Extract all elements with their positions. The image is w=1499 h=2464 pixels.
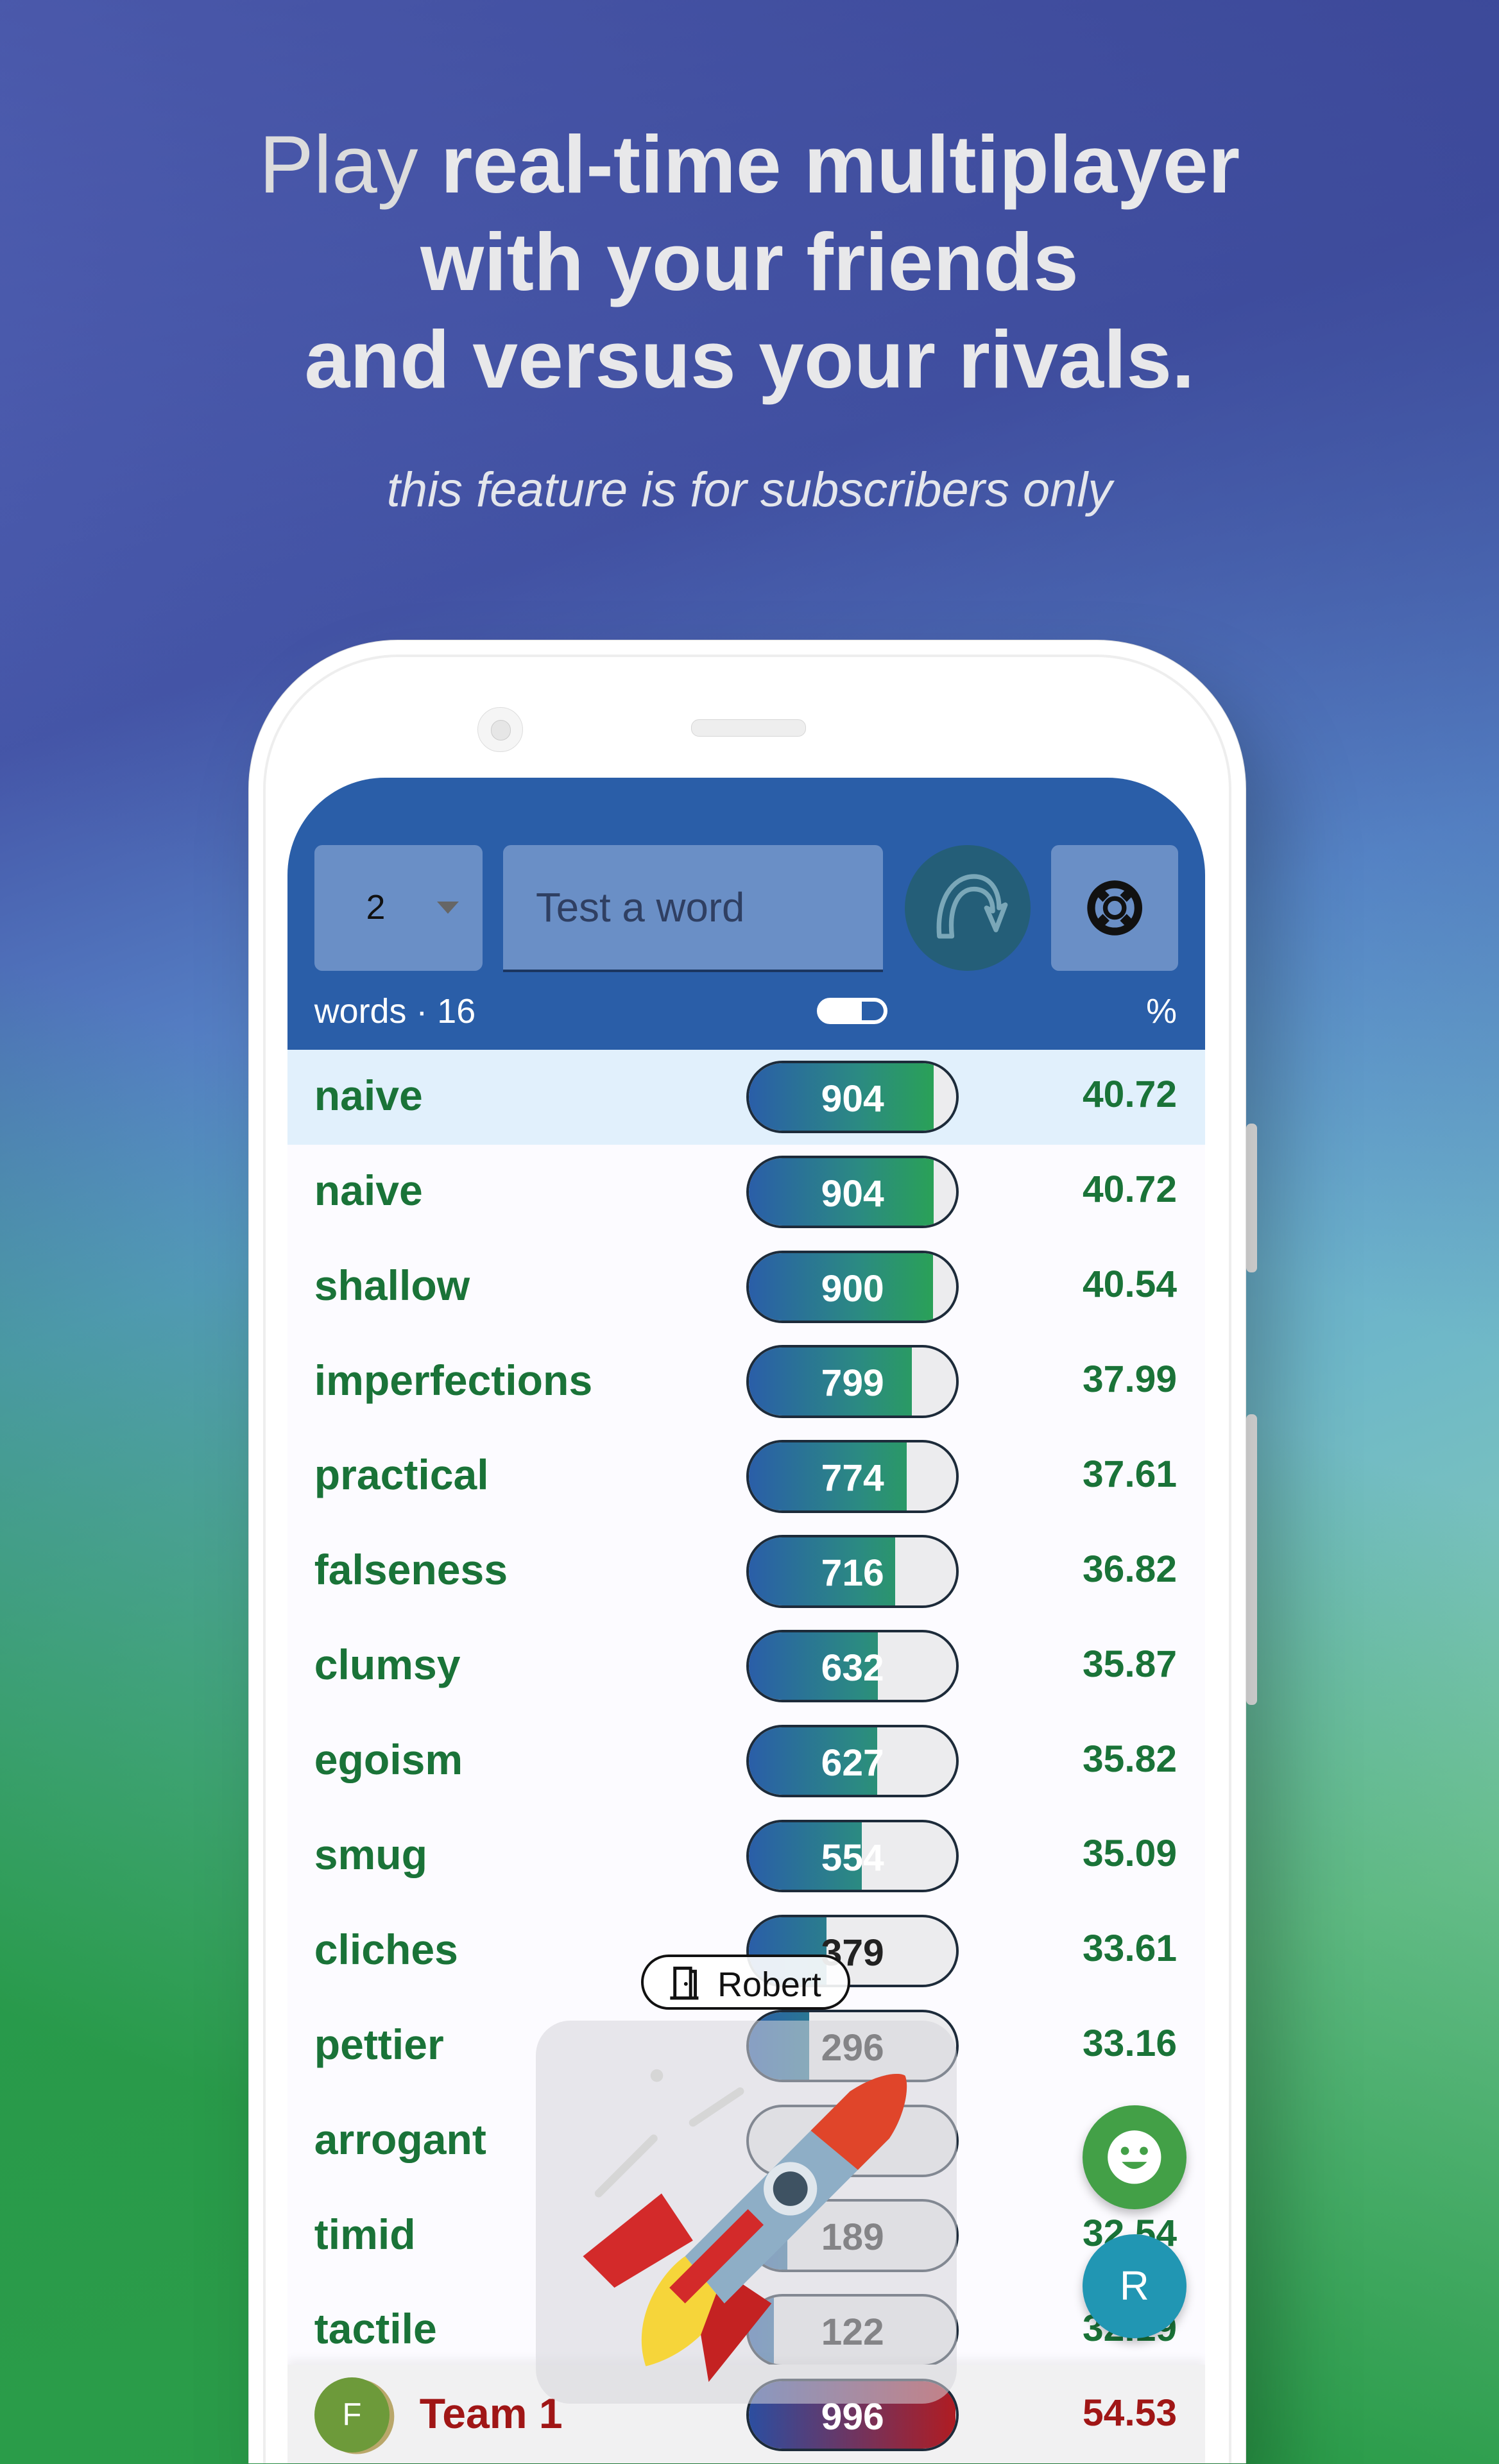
score-pill: 799 bbox=[746, 1345, 959, 1418]
view-toggle[interactable] bbox=[817, 997, 887, 1025]
headline-line2: with your friends bbox=[420, 216, 1079, 307]
headline-line3: and versus your rivals. bbox=[304, 313, 1195, 405]
word-label: cliches bbox=[314, 1926, 458, 1974]
word-label: naive bbox=[314, 1072, 423, 1120]
app-header: 2 words · 16 % bbox=[287, 778, 1206, 1050]
percent-value: 37.99 bbox=[1082, 1358, 1177, 1401]
score-value: 904 bbox=[821, 1172, 884, 1215]
percent-value: 36.82 bbox=[1082, 1548, 1177, 1590]
score-pill: 716 bbox=[746, 1535, 959, 1608]
word-label: falseness bbox=[314, 1546, 508, 1595]
percent-value: 33.16 bbox=[1082, 2023, 1177, 2065]
word-input-field[interactable] bbox=[502, 845, 884, 972]
rocket-icon bbox=[583, 2069, 907, 2383]
app-screen: 2 words · 16 % naive 904 40.72naive 904 bbox=[287, 778, 1206, 2464]
word-input[interactable] bbox=[502, 845, 884, 970]
player-name: Robert bbox=[717, 1965, 821, 2005]
word-label: shallow bbox=[314, 1262, 470, 1310]
score-value: 799 bbox=[821, 1362, 884, 1405]
score-pill: 904 bbox=[746, 1155, 959, 1228]
word-label: practical bbox=[314, 1451, 489, 1500]
percent-value: 40.72 bbox=[1082, 1168, 1177, 1211]
score-value: 904 bbox=[821, 1077, 884, 1120]
word-count: words · 16 bbox=[314, 992, 476, 1031]
score-pill: 627 bbox=[746, 1725, 959, 1798]
help-button[interactable] bbox=[1051, 845, 1179, 971]
percent-value: 40.72 bbox=[1082, 1074, 1177, 1116]
word-label: smug bbox=[314, 1831, 428, 1879]
dropdown-value: 2 bbox=[366, 888, 386, 927]
word-row[interactable]: falseness 716 36.82 bbox=[287, 1524, 1205, 1619]
player-tag: Robert bbox=[641, 1955, 851, 2010]
word-label: naive bbox=[314, 1167, 423, 1215]
promo-screen: Play real-time multiplayer with your fri… bbox=[0, 0, 1499, 2464]
word-row[interactable]: practical 774 37.61 bbox=[287, 1429, 1205, 1524]
rocket-animation-overlay bbox=[535, 2020, 957, 2404]
word-label: egoism bbox=[314, 1736, 463, 1784]
word-row[interactable]: imperfections 799 37.99 bbox=[287, 1334, 1205, 1429]
score-value: 900 bbox=[821, 1267, 884, 1310]
word-row[interactable]: smug 554 35.09 bbox=[287, 1809, 1205, 1904]
word-row[interactable]: egoism 627 35.82 bbox=[287, 1714, 1205, 1809]
word-row[interactable]: shallow 900 40.54 bbox=[287, 1239, 1205, 1334]
score-value: 774 bbox=[821, 1457, 884, 1500]
score-pill: 774 bbox=[746, 1440, 959, 1513]
lifebuoy-icon bbox=[1087, 880, 1143, 936]
user-avatar-button[interactable]: R bbox=[1083, 2234, 1186, 2338]
score-value: 632 bbox=[821, 1647, 884, 1690]
user-initial: R bbox=[1119, 2263, 1149, 2309]
phone-volume-button bbox=[1246, 1123, 1257, 1273]
percent-header: % bbox=[1146, 992, 1177, 1031]
chevron-down-icon bbox=[436, 902, 459, 914]
word-label: tactile bbox=[314, 2306, 437, 2354]
letters-dropdown[interactable]: 2 bbox=[314, 845, 483, 971]
word-label: timid bbox=[314, 2211, 416, 2259]
camera-icon bbox=[477, 706, 523, 753]
word-row[interactable]: clumsy 632 35.87 bbox=[287, 1619, 1205, 1714]
headline: Play real-time multiplayer with your fri… bbox=[0, 116, 1499, 408]
word-row[interactable]: naive 904 40.72 bbox=[287, 1145, 1205, 1240]
headline-lead: Play bbox=[259, 119, 418, 210]
team-avatar: F bbox=[314, 2377, 390, 2453]
smiley-icon bbox=[1108, 2130, 1161, 2184]
percent-value: 40.54 bbox=[1082, 1263, 1177, 1306]
submit-button[interactable] bbox=[905, 845, 1031, 971]
door-icon bbox=[670, 1966, 699, 2000]
emoji-button[interactable] bbox=[1083, 2105, 1186, 2209]
percent-value: 37.61 bbox=[1082, 1453, 1177, 1495]
percent-value: 35.09 bbox=[1082, 1833, 1177, 1875]
speaker-grille bbox=[691, 719, 806, 737]
score-value: 627 bbox=[821, 1742, 884, 1784]
score-pill: 632 bbox=[746, 1630, 959, 1703]
subtitle: this feature is for subscribers only bbox=[386, 462, 1113, 517]
phone-power-button bbox=[1246, 1414, 1257, 1705]
team-percent: 54.53 bbox=[1082, 2391, 1177, 2434]
score-pill: 900 bbox=[746, 1250, 959, 1323]
percent-value: 35.82 bbox=[1082, 1738, 1177, 1780]
word-label: pettier bbox=[314, 2021, 444, 2069]
score-pill: 904 bbox=[746, 1060, 959, 1134]
score-value: 716 bbox=[821, 1552, 884, 1595]
word-label: imperfections bbox=[314, 1356, 593, 1405]
score-pill: 554 bbox=[746, 1819, 959, 1893]
percent-value: 35.87 bbox=[1082, 1643, 1177, 1685]
word-row[interactable]: naive 904 40.72 bbox=[287, 1049, 1206, 1145]
word-label: arrogant bbox=[314, 2116, 486, 2164]
percent-value: 33.61 bbox=[1082, 1928, 1177, 1970]
curved-arrow-icon bbox=[936, 874, 1008, 939]
headline-line1: real-time multiplayer bbox=[440, 119, 1240, 210]
score-value: 554 bbox=[821, 1836, 884, 1879]
word-label: clumsy bbox=[314, 1641, 461, 1690]
